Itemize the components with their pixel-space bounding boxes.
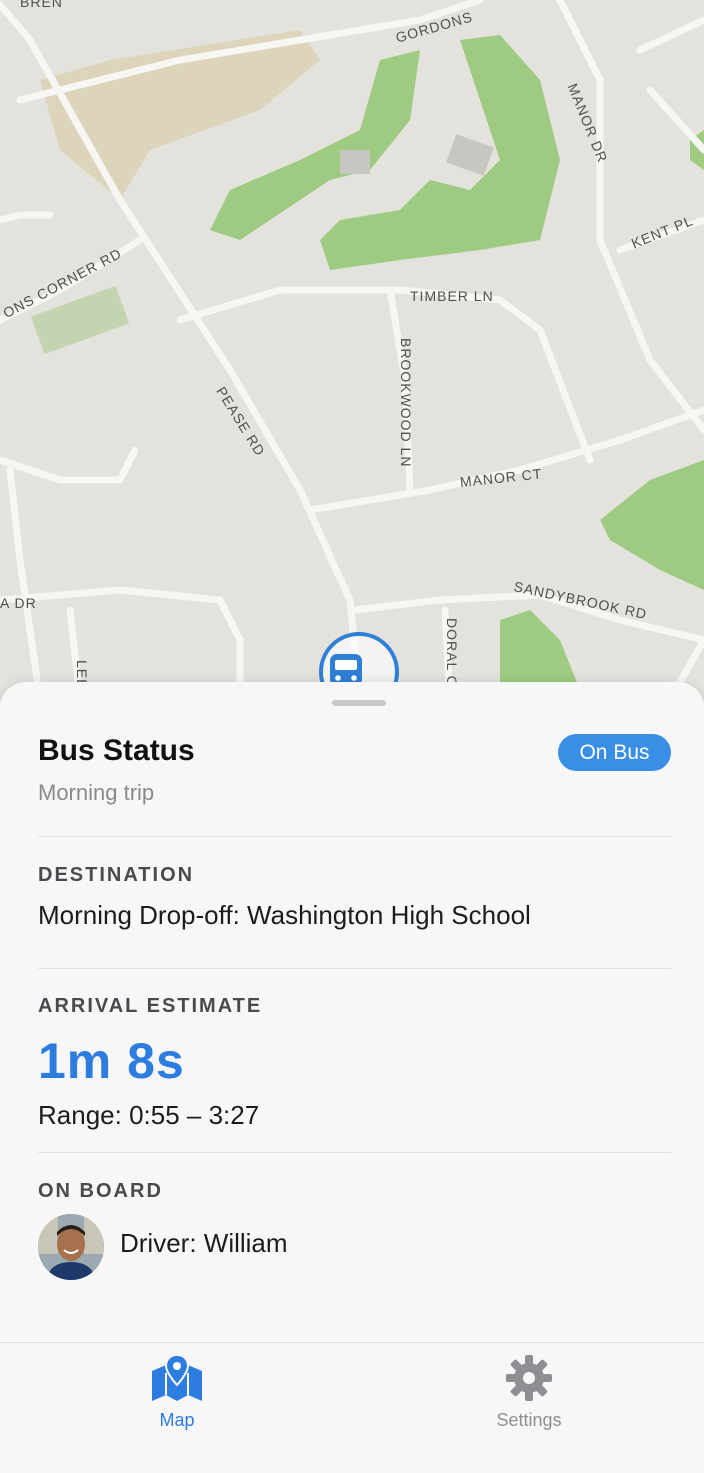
tab-map-label: Map — [159, 1410, 195, 1430]
divider — [38, 1152, 671, 1153]
divider — [38, 836, 671, 837]
arrival-estimate-label: ARRIVAL ESTIMATE — [38, 995, 263, 1017]
tab-map[interactable]: Map — [117, 1353, 237, 1431]
tab-settings-label: Settings — [496, 1410, 562, 1430]
arrival-range: Range: 0:55 – 3:27 — [38, 1100, 260, 1130]
gear-icon — [506, 1355, 552, 1401]
map-view[interactable]: BREN GORDONS MANOR DR KENT PL ONS CORNER… — [0, 0, 704, 760]
driver-avatar — [38, 1214, 104, 1280]
map-icon — [152, 1353, 202, 1401]
tab-bar: Map Settings — [0, 1342, 704, 1473]
street-label: BROOKWOOD LN — [398, 338, 414, 468]
sheet-title: Bus Status — [38, 734, 195, 767]
street-label: DORAL C — [444, 618, 460, 687]
sheet-subtitle: Morning trip — [38, 780, 155, 805]
street-label: BREN — [20, 0, 63, 10]
tab-settings[interactable]: Settings — [469, 1353, 589, 1431]
destination-value: Morning Drop-off: Washington High School — [38, 900, 531, 930]
sheet-grabber[interactable] — [332, 700, 386, 706]
divider — [38, 968, 671, 969]
on-board-label: ON BOARD — [38, 1180, 163, 1202]
destination-label: DESTINATION — [38, 864, 195, 886]
arrival-estimate-value: 1m 8s — [38, 1033, 185, 1089]
street-label: TIMBER LN — [410, 288, 494, 304]
driver-name: Driver: William — [120, 1228, 288, 1258]
street-label: A DR — [0, 595, 37, 611]
status-badge: On Bus — [558, 734, 671, 771]
